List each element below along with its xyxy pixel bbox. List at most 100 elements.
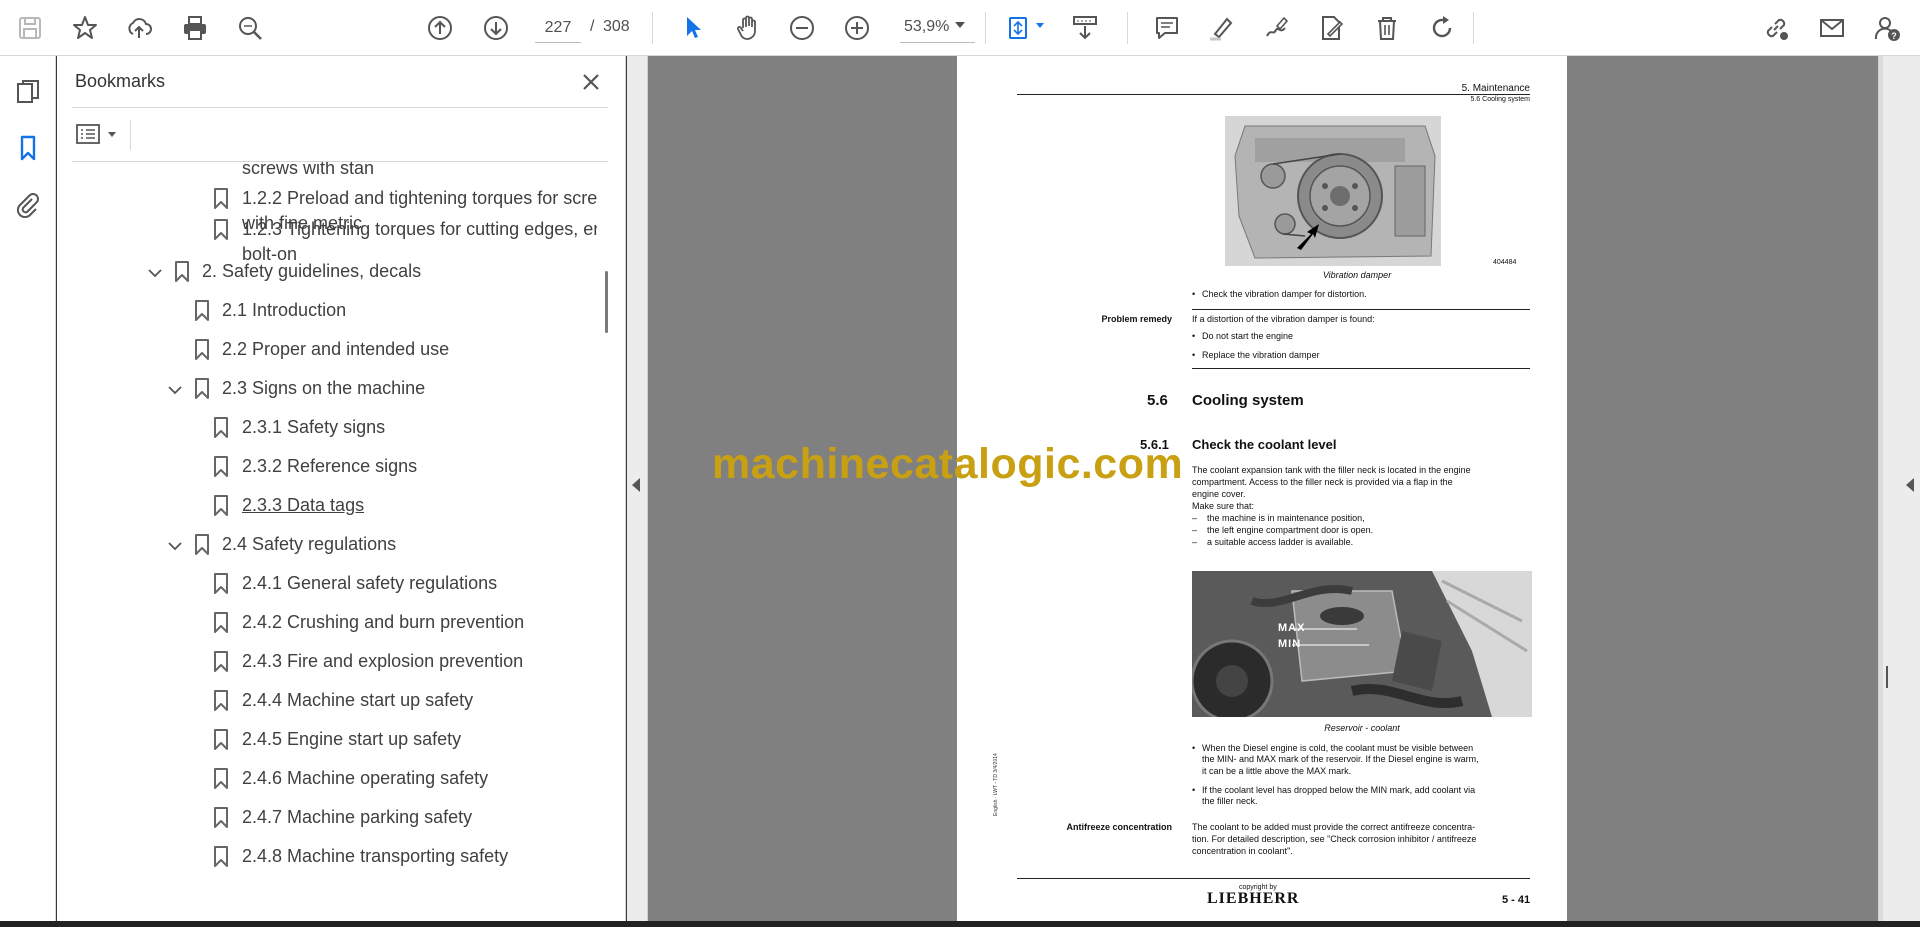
bookmark-label: 2.4.7 Machine parking safety (242, 807, 473, 827)
share-link-icon[interactable] (1757, 9, 1795, 47)
right-panel-handle[interactable] (1878, 56, 1920, 927)
page-up-icon[interactable] (421, 9, 459, 47)
bookmark-flag-icon (175, 261, 189, 282)
bookmark-item[interactable]: 2.4.6 Machine operating safety (57, 768, 597, 796)
zoom-level-select[interactable]: 53,9% (900, 13, 975, 43)
chevron-down-icon[interactable] (166, 381, 184, 399)
panel-title: Bookmarks (75, 71, 166, 91)
bullet-text: Replace the vibration damper (1192, 349, 1320, 361)
antifreeze-label: Antifreeze concentration (1066, 822, 1172, 832)
zoom-in-icon[interactable] (838, 9, 876, 47)
page-down-icon[interactable] (477, 9, 515, 47)
collapse-panel-handle[interactable] (627, 56, 648, 927)
subsection-title: Check the coolant level (1192, 437, 1337, 452)
toolbar-divider (1473, 12, 1474, 44)
fit-page-icon[interactable] (1000, 9, 1038, 47)
bookmark-item[interactable]: 2.4.4 Machine start up safety (57, 690, 597, 718)
bullet-text: If the coolant level has dropped below t… (1192, 784, 1475, 796)
upload-icon[interactable] (120, 9, 158, 47)
bookmark-item[interactable]: 2.4.5 Engine start up safety (57, 729, 597, 757)
chevron-left-icon (632, 478, 640, 492)
save-icon[interactable] (11, 9, 49, 47)
chevron-down-icon[interactable] (166, 537, 184, 555)
body-text: compartment. Access to the filler neck i… (1192, 477, 1453, 487)
edit-pdf-icon[interactable] (1312, 9, 1350, 47)
chevron-down-icon[interactable] (955, 22, 965, 28)
page-total: 308 (603, 18, 630, 35)
delete-icon[interactable] (1368, 9, 1406, 47)
rotate-icon[interactable] (1423, 9, 1461, 47)
body-text: the MIN- and MAX mark of the reservoir. … (1202, 754, 1479, 764)
bookmark-options-button[interactable] (74, 119, 124, 149)
bookmark-flag-icon (214, 690, 228, 711)
bookmark-item[interactable]: 2.4.1 General safety regulations (57, 573, 597, 601)
scrollbar-track[interactable] (1879, 56, 1883, 927)
list-options-icon (76, 124, 100, 144)
left-navigation-rail (0, 56, 56, 927)
bookmark-label: 2.4.3 Fire and explosion prevention (242, 651, 524, 671)
chevron-down-icon[interactable] (146, 264, 164, 282)
bookmark-icon[interactable] (10, 130, 46, 166)
scrollbar-thumb[interactable] (1886, 666, 1888, 688)
bookmark-item[interactable]: 2.3.1 Safety signs (57, 417, 597, 445)
bookmark-flag-icon (214, 768, 228, 789)
select-arrow-icon[interactable] (674, 9, 712, 47)
bookmark-item[interactable]: 2.4.3 Fire and explosion prevention (57, 651, 597, 679)
bullet-text: When the Diesel engine is cold, the cool… (1192, 742, 1473, 754)
bookmark-item[interactable]: 2.4.2 Crushing and burn prevention (57, 612, 597, 640)
liebherr-logo: LIEBHERR (1207, 890, 1300, 907)
bookmark-label: 1.2.3 Tightening torques for cutting edg… (242, 219, 597, 239)
bookmark-item[interactable]: 2.3 Signs on the machine (57, 378, 597, 406)
print-icon[interactable] (176, 9, 214, 47)
body-text: The coolant to be added must provide the… (1192, 822, 1476, 832)
scrollbar-thumb[interactable] (605, 271, 608, 333)
hand-icon[interactable] (729, 9, 767, 47)
bookmark-flag-icon (195, 534, 209, 555)
zoom-out-icon[interactable] (783, 9, 821, 47)
dash-item: a suitable access ladder is available. (1207, 537, 1354, 547)
bookmark-flag-icon (195, 339, 209, 360)
bookmark-item[interactable]: 2.1 Introduction (57, 300, 597, 328)
bookmark-flag-icon (214, 417, 228, 438)
chevron-down-icon[interactable] (1036, 23, 1044, 28)
scroll-mode-icon[interactable] (1066, 9, 1104, 47)
zoom-search-icon[interactable] (231, 9, 269, 47)
page-header-section: 5.6 Cooling system (1470, 96, 1530, 103)
side-note: English · LWT - TD 3/4/2014 (993, 753, 999, 816)
section-title: Cooling system (1192, 392, 1304, 409)
comment-icon[interactable] (1148, 9, 1186, 47)
watermark-text: machinecatalogic.com (712, 440, 1184, 488)
body-text: The coolant expansion tank with the fill… (1192, 465, 1471, 475)
bookmark-item[interactable]: 2.3.2 Reference signs (57, 456, 597, 484)
bookmark-flag-icon (214, 651, 228, 672)
highlight-icon[interactable] (1202, 9, 1240, 47)
chevron-left-icon[interactable] (1906, 478, 1914, 492)
bookmark-item[interactable]: 2.4 Safety regulations (57, 534, 597, 562)
bookmark-item[interactable]: 2.4.8 Machine transporting safety (57, 846, 597, 874)
section-rule (1192, 368, 1530, 369)
pages-icon[interactable] (10, 74, 46, 110)
toolbar-divider (652, 12, 653, 44)
bookmark-item[interactable]: 2. Safety guidelines, decals (57, 261, 597, 289)
sign-icon[interactable] (1257, 9, 1295, 47)
pdf-viewer-window: / 308 53,9% (0, 0, 1920, 927)
bookmark-item[interactable]: screws with stan (57, 162, 597, 186)
page-header-chapter: 5. Maintenance (1461, 83, 1530, 94)
star-icon[interactable] (66, 9, 104, 47)
page-number-input[interactable] (535, 13, 581, 43)
bookmark-item[interactable]: 2.2 Proper and intended use (57, 339, 597, 367)
bookmark-flag-icon (214, 612, 228, 633)
bookmark-flag-icon (214, 807, 228, 828)
bookmark-item[interactable]: 2.4.7 Machine parking safety (57, 807, 597, 835)
account-help-icon[interactable]: ? (1868, 9, 1906, 47)
figure-caption: Vibration damper (1322, 270, 1392, 280)
bookmark-flag-icon (214, 188, 228, 209)
bookmark-flag-icon (195, 300, 209, 321)
bookmark-flag-icon (214, 219, 228, 240)
attachment-icon[interactable] (10, 186, 46, 222)
close-icon[interactable] (577, 68, 605, 96)
bookmark-label: 2.3.2 Reference signs (242, 456, 418, 476)
bookmark-item[interactable]: 2.3.3 Data tags (57, 495, 597, 523)
figure-caption: Reservoir - coolant (1324, 723, 1400, 733)
mail-icon[interactable] (1813, 9, 1851, 47)
